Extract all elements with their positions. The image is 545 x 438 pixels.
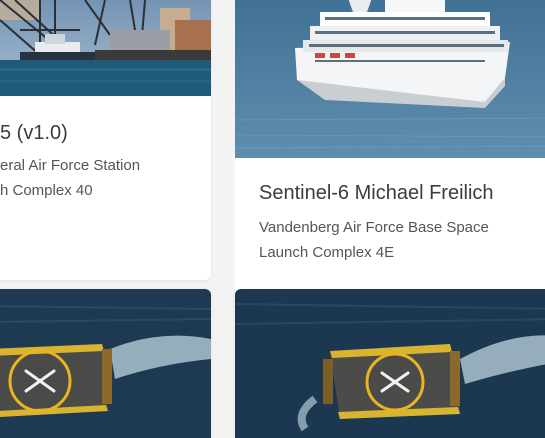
drone-ship-photo	[0, 289, 211, 438]
launch-site: eral Air Force Station h Complex 40	[0, 153, 140, 203]
launch-card-photo	[235, 0, 545, 158]
launch-grid: 5 (v1.0) eral Air Force Station h Comple…	[0, 0, 545, 438]
ship-photo	[235, 0, 545, 158]
harbor-photo	[0, 0, 211, 96]
launch-card-photo	[0, 0, 211, 96]
launch-card-photo	[0, 289, 211, 438]
launch-site-line: Launch Complex 4E	[259, 244, 395, 261]
launch-card-photo	[235, 289, 545, 438]
launch-card[interactable]: 5 (v1.0) eral Air Force Station h Comple…	[0, 0, 211, 280]
launch-card[interactable]	[235, 289, 545, 438]
mission-title: Sentinel-6 Michael Freilich	[259, 182, 494, 204]
launch-site-line: Vandenberg Air Force Base Space	[259, 219, 489, 236]
drone-ship-photo	[235, 289, 545, 438]
launch-card[interactable]: Sentinel-6 Michael Freilich Vandenberg A…	[235, 0, 545, 290]
launch-site: Vandenberg Air Force Base Space Launch C…	[259, 215, 489, 265]
launch-card[interactable]	[0, 289, 211, 438]
launch-site-line: eral Air Force Station	[0, 157, 141, 174]
launch-site-line: h Complex 40	[0, 182, 93, 199]
mission-title: 5 (v1.0)	[0, 122, 68, 144]
